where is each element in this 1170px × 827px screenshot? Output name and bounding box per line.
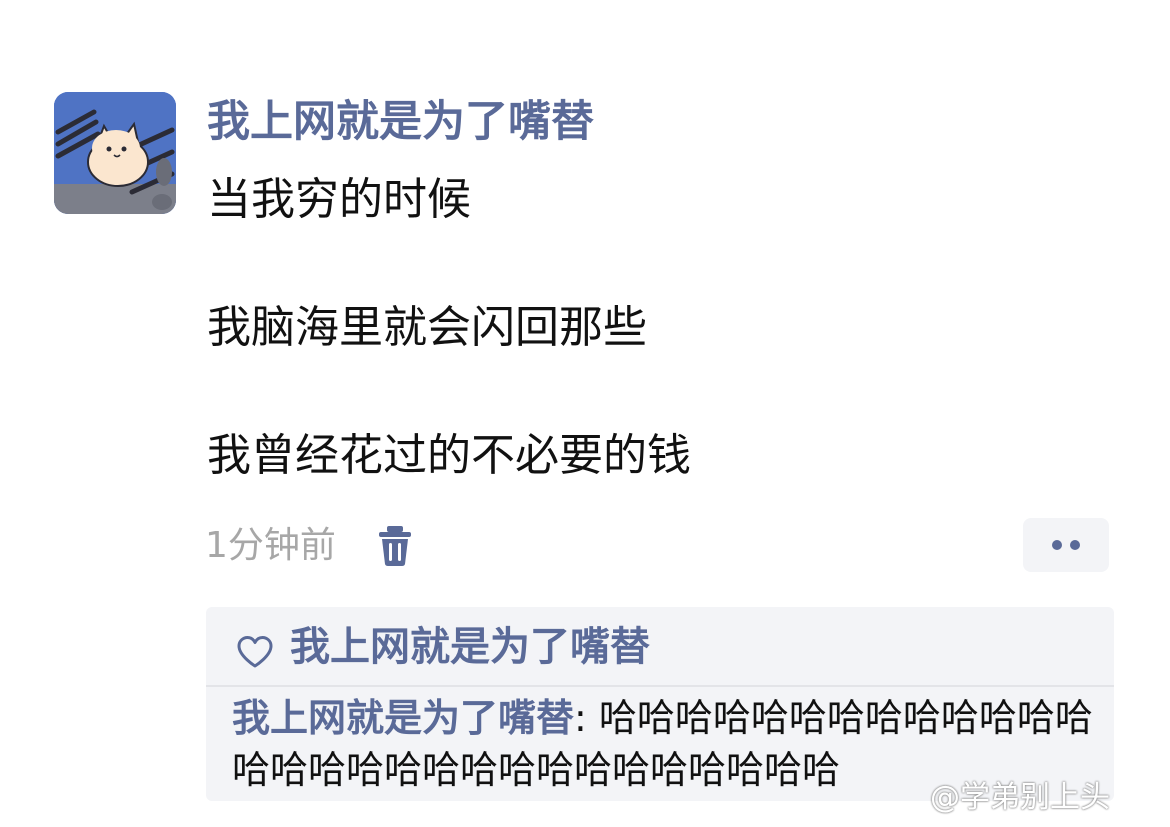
comment-separator: :	[574, 696, 599, 740]
heart-icon	[236, 635, 274, 669]
post-text-line: 当我穷的时候	[207, 174, 471, 225]
liker-name[interactable]: 我上网就是为了嘴替	[290, 620, 650, 674]
post-text-line: 我脑海里就会闪回那些	[207, 302, 647, 353]
post-text-line: 我曾经花过的不必要的钱	[207, 430, 691, 481]
post-username[interactable]: 我上网就是为了嘴替	[207, 94, 594, 150]
post-timestamp: 1分钟前	[205, 525, 336, 566]
trash-icon[interactable]	[377, 524, 413, 568]
more-dots-icon	[1052, 540, 1062, 550]
comment-author[interactable]: 我上网就是为了嘴替	[232, 696, 574, 740]
cat-avatar-image	[54, 92, 176, 214]
divider	[206, 685, 1114, 687]
more-options-button[interactable]	[1023, 518, 1109, 572]
more-dots-icon	[1070, 540, 1080, 550]
likes-comments-panel: 我上网就是为了嘴替 我上网就是为了嘴替: 哈哈哈哈哈哈哈哈哈哈哈哈哈哈哈哈哈哈哈…	[206, 607, 1114, 801]
watermark: @学弟别上头	[930, 780, 1110, 815]
user-avatar[interactable]	[54, 92, 176, 214]
